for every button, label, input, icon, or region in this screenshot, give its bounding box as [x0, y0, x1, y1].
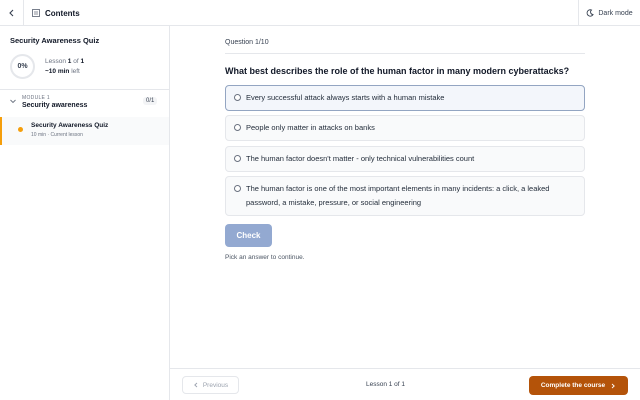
- dark-mode-toggle[interactable]: Dark mode: [578, 0, 640, 26]
- answer-option-label: Every successful attack always starts wi…: [246, 93, 445, 102]
- answer-option-label: The human factor is one of the most impo…: [246, 184, 550, 207]
- chevron-left-icon: [193, 382, 198, 388]
- list-icon: [32, 9, 40, 17]
- lesson-total: 1: [80, 58, 85, 65]
- time-left-value: ~10 min: [45, 68, 70, 75]
- sidebar-divider: [0, 89, 169, 90]
- lesson-status: Lesson 1 of 1: [366, 381, 406, 388]
- question-divider: [225, 53, 585, 54]
- chevron-left-icon: [8, 9, 13, 17]
- contents-label: Contents: [45, 8, 80, 18]
- radio-icon[interactable]: [234, 185, 241, 192]
- complete-course-button[interactable]: Complete the course: [529, 376, 628, 395]
- contents-button[interactable]: Contents: [32, 0, 80, 26]
- sidebar-lesson-item[interactable]: Security Awareness Quiz 10 min · Current…: [0, 117, 169, 145]
- footer-bar: Previous Lesson 1 of 1 Complete the cour…: [170, 368, 640, 400]
- chevron-down-icon[interactable]: [9, 97, 17, 105]
- answer-option-label: People only matter in attacks on banks: [246, 123, 375, 132]
- complete-course-label: Complete the course: [540, 382, 606, 389]
- quiz-panel: Question 1/10 What best describes the ro…: [170, 26, 640, 368]
- moon-icon: [587, 9, 595, 17]
- lesson-name: Security Awareness Quiz: [31, 122, 109, 129]
- radio-icon[interactable]: [234, 94, 241, 101]
- top-bar: Contents Dark mode: [0, 0, 640, 26]
- module-name[interactable]: Security awareness: [22, 102, 87, 109]
- module-count-badge: 0/1: [143, 97, 158, 105]
- answer-option-label: The human factor doesn't matter - only t…: [246, 154, 475, 163]
- radio-icon[interactable]: [234, 124, 241, 131]
- progress-ring: 0%: [10, 54, 35, 79]
- answer-option-3[interactable]: The human factor doesn't matter - only t…: [225, 146, 585, 172]
- progress-percent: 0%: [17, 63, 28, 70]
- chevron-right-icon: [611, 383, 616, 388]
- question-text: What best describes the role of the huma…: [225, 66, 570, 76]
- previous-label: Previous: [202, 381, 229, 389]
- back-button[interactable]: [0, 0, 24, 26]
- previous-button[interactable]: Previous: [182, 376, 239, 394]
- current-lesson-dot: [18, 127, 23, 132]
- module-label: MODULE 1: [22, 95, 50, 101]
- lesson-progress-meta: Lesson 1 of 1 ~10 min left: [45, 57, 84, 77]
- lesson-meta: 10 min · Current lesson: [31, 132, 83, 138]
- answer-option-1[interactable]: Every successful attack always starts wi…: [225, 85, 585, 111]
- hint-text: Pick an answer to continue.: [225, 254, 305, 261]
- answer-option-2[interactable]: People only matter in attacks on banks: [225, 115, 585, 141]
- sidebar: Security Awareness Quiz 0% Lesson 1 of 1…: [0, 26, 170, 400]
- radio-icon[interactable]: [234, 155, 241, 162]
- time-left-suffix: left: [69, 68, 80, 75]
- check-button[interactable]: Check: [225, 224, 272, 247]
- question-counter: Question 1/10: [225, 39, 269, 46]
- answer-option-4[interactable]: The human factor is one of the most impo…: [225, 176, 585, 216]
- course-title: Security Awareness Quiz: [10, 36, 100, 45]
- dark-mode-label: Dark mode: [598, 9, 633, 17]
- lesson-prefix: Lesson: [45, 58, 68, 65]
